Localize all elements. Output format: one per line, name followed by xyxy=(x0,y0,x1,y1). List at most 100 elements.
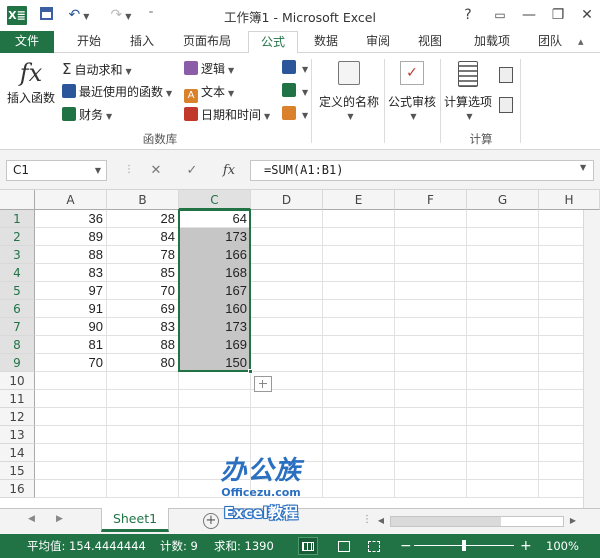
column-header-f[interactable]: F xyxy=(395,190,467,210)
cell-b5[interactable]: 70 xyxy=(107,282,179,300)
ribbon-display-icon[interactable]: ▭ xyxy=(487,4,513,26)
collapse-ribbon-icon[interactable]: ▴ xyxy=(578,35,584,48)
zoom-out-button[interactable]: − xyxy=(400,534,412,558)
column-header-c[interactable]: C xyxy=(179,190,251,210)
row-header-5[interactable]: 5 xyxy=(0,282,35,300)
row-header-13[interactable]: 13 xyxy=(0,426,35,444)
tab-team[interactable]: 团队 xyxy=(528,31,572,53)
cell-b7[interactable]: 83 xyxy=(107,318,179,336)
page-break-view-icon[interactable] xyxy=(368,541,380,552)
restore-button[interactable]: ❐ xyxy=(545,4,571,26)
insert-function-button[interactable]: fx 插入函数 xyxy=(4,57,58,117)
cell-a2[interactable]: 89 xyxy=(35,228,107,246)
row-header-14[interactable]: 14 xyxy=(0,444,35,462)
sheet-scroll-right-icon[interactable]: ▶ xyxy=(56,514,63,524)
scrollbar-thumb[interactable] xyxy=(391,517,501,526)
calc-options-button[interactable]: 计算选项 ▼ xyxy=(440,57,496,121)
math-button[interactable]: ▼ xyxy=(282,83,308,98)
tab-data[interactable]: 数据 xyxy=(306,31,346,53)
zoom-slider-thumb[interactable] xyxy=(462,540,466,551)
cell-b3[interactable]: 78 xyxy=(107,246,179,264)
cell-a7[interactable]: 90 xyxy=(35,318,107,336)
insert-function-icon[interactable]: fx xyxy=(218,160,240,181)
cell-a4[interactable]: 83 xyxy=(35,264,107,282)
row-header-9[interactable]: 9 xyxy=(0,354,35,372)
row-header-16[interactable]: 16 xyxy=(0,480,35,498)
row-header-12[interactable]: 12 xyxy=(0,408,35,426)
normal-view-icon[interactable] xyxy=(298,537,318,555)
logical-button[interactable]: 逻辑 ▼ xyxy=(184,60,234,77)
row-header-4[interactable]: 4 xyxy=(0,264,35,282)
select-all-corner[interactable] xyxy=(0,190,35,210)
more-functions-button[interactable]: ▼ xyxy=(282,106,308,121)
column-header-h[interactable]: H xyxy=(539,190,600,210)
column-header-d[interactable]: D xyxy=(251,190,323,210)
zoom-in-button[interactable]: + xyxy=(520,534,532,558)
recent-functions-button[interactable]: 最近使用的函数 ▼ xyxy=(62,83,172,100)
tab-page-layout[interactable]: 页面布局 xyxy=(172,31,242,53)
page-layout-view-icon[interactable] xyxy=(338,541,350,552)
zoom-level[interactable]: 100% xyxy=(546,534,579,558)
formula-input[interactable]: =SUM(A1:B1) xyxy=(250,160,594,181)
close-button[interactable]: ✕ xyxy=(574,4,600,26)
cell-b6[interactable]: 69 xyxy=(107,300,179,318)
row-header-8[interactable]: 8 xyxy=(0,336,35,354)
datetime-button[interactable]: 日期和时间 ▼ xyxy=(184,106,270,123)
tab-insert[interactable]: 插入 xyxy=(120,31,164,53)
row-header-3[interactable]: 3 xyxy=(0,246,35,264)
column-gridline xyxy=(394,210,395,498)
zoom-slider[interactable] xyxy=(414,540,514,551)
tab-home[interactable]: 开始 xyxy=(64,31,114,53)
row-header-7[interactable]: 7 xyxy=(0,318,35,336)
name-box[interactable]: C1 ▼ xyxy=(6,160,107,181)
tab-split-handle[interactable]: ⋮ xyxy=(362,514,372,525)
column-header-b[interactable]: B xyxy=(107,190,179,210)
calculate-now-icon[interactable] xyxy=(499,67,513,83)
cell-b2[interactable]: 84 xyxy=(107,228,179,246)
tab-view[interactable]: 视图 xyxy=(408,31,452,53)
cell-b9[interactable]: 80 xyxy=(107,354,179,372)
cancel-icon[interactable]: ✕ xyxy=(146,160,166,181)
defined-names-button[interactable]: 定义的名称 ▼ xyxy=(316,57,382,121)
sheet-tab-sheet1[interactable]: Sheet1 xyxy=(101,508,169,532)
row-header-6[interactable]: 6 xyxy=(0,300,35,318)
help-button[interactable]: ? xyxy=(455,4,481,26)
cell-b4[interactable]: 85 xyxy=(107,264,179,282)
autosum-button[interactable]: Σ 自动求和 ▼ xyxy=(62,60,132,78)
row-header-2[interactable]: 2 xyxy=(0,228,35,246)
tab-file[interactable]: 文件 xyxy=(0,31,54,53)
financial-button[interactable]: 财务 ▼ xyxy=(62,106,112,123)
cell-a3[interactable]: 88 xyxy=(35,246,107,264)
column-header-a[interactable]: A xyxy=(35,190,107,210)
cell-a6[interactable]: 91 xyxy=(35,300,107,318)
tab-addins[interactable]: 加载项 xyxy=(462,31,522,53)
cell-a8[interactable]: 81 xyxy=(35,336,107,354)
row-header-15[interactable]: 15 xyxy=(0,462,35,480)
quick-analysis-icon[interactable] xyxy=(254,376,272,392)
horizontal-scrollbar[interactable] xyxy=(390,516,564,527)
cell-a5[interactable]: 97 xyxy=(35,282,107,300)
expand-formula-bar-icon[interactable]: ▼ xyxy=(580,163,586,172)
scroll-left-button[interactable]: ◀ xyxy=(374,513,388,529)
row-header-1[interactable]: 1 xyxy=(0,210,35,228)
cell-b1[interactable]: 28 xyxy=(107,210,179,228)
formula-auditing-button[interactable]: ✓ 公式审核 ▼ xyxy=(384,57,440,121)
sheet-scroll-left-icon[interactable]: ◀ xyxy=(28,514,35,524)
scroll-right-button[interactable]: ▶ xyxy=(566,513,580,529)
text-button[interactable]: A 文本 ▼ xyxy=(184,83,234,103)
row-header-10[interactable]: 10 xyxy=(0,372,35,390)
enter-icon[interactable]: ✓ xyxy=(182,160,202,181)
lookup-button[interactable]: ▼ xyxy=(282,60,308,75)
vertical-scrollbar[interactable] xyxy=(583,210,600,508)
cell-a1[interactable]: 36 xyxy=(35,210,107,228)
cell-a9[interactable]: 70 xyxy=(35,354,107,372)
calculate-sheet-icon[interactable] xyxy=(499,97,513,113)
fill-handle[interactable] xyxy=(248,369,253,374)
tab-formulas[interactable]: 公式 xyxy=(248,31,298,54)
minimize-button[interactable]: — xyxy=(516,4,542,26)
column-header-e[interactable]: E xyxy=(323,190,395,210)
column-header-g[interactable]: G xyxy=(467,190,539,210)
row-header-11[interactable]: 11 xyxy=(0,390,35,408)
cell-b8[interactable]: 88 xyxy=(107,336,179,354)
tab-review[interactable]: 审阅 xyxy=(356,31,400,53)
